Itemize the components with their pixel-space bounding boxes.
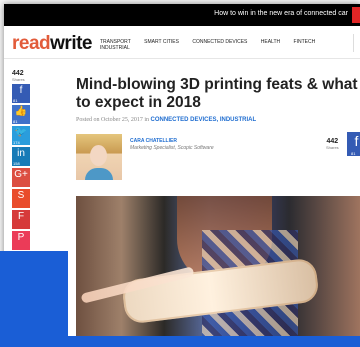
promo-button[interactable]	[352, 7, 360, 23]
main-menu: TRANSPORT SMART CITIES CONNECTED DEVICES…	[100, 39, 360, 51]
author-name[interactable]: CARA CHATELLIER	[130, 138, 177, 144]
readwrite-logo[interactable]: readwrite	[12, 33, 92, 55]
stumbleupon-icon: S	[17, 190, 25, 201]
site-navigation: readwrite TRANSPORT SMART CITIES CONNECT…	[4, 26, 360, 59]
author-role: Marketing Specialist, Scopic Software	[130, 145, 214, 151]
category-link[interactable]: CONNECTED DEVICES, INDUSTRIAL	[151, 117, 257, 123]
facebook-share-button-large[interactable]: f 81	[347, 132, 360, 156]
twitter-share-button[interactable]: 🐦 174	[12, 126, 30, 145]
google-plus-icon: G+	[14, 169, 28, 180]
promo-link[interactable]: How to win in the new era of connected c…	[214, 10, 348, 17]
pocket-share-button[interactable]: P	[12, 231, 30, 250]
like-share-button[interactable]: 👍 81	[12, 105, 30, 124]
flipboard-share-button[interactable]: F	[12, 210, 30, 229]
author-avatar[interactable]	[76, 134, 122, 180]
stumbleupon-share-button[interactable]: S	[12, 189, 30, 208]
top-promo-bar: How to win in the new era of connected c…	[4, 4, 360, 26]
blue-frame-left	[0, 251, 68, 343]
nav-industrial[interactable]: INDUSTRIAL	[100, 45, 130, 51]
share-label: Shares	[12, 77, 25, 82]
posted-meta: Posted on October 25, 2017 in CONNECTED …	[76, 117, 257, 123]
linkedin-icon: in	[17, 148, 25, 159]
thumbs-up-icon: 👍	[14, 106, 28, 117]
facebook-icon: f	[19, 85, 23, 96]
article-title: Mind-blowing 3D printing feats & what to…	[76, 76, 358, 111]
social-share-rail: 442 Shares f81 👍81 🐦174 in158 G+ S F P ✉	[12, 70, 30, 271]
flipboard-icon: F	[17, 211, 25, 222]
facebook-icon: f	[354, 133, 359, 149]
google-plus-share-button[interactable]: G+	[12, 168, 30, 187]
share-count: 442	[12, 70, 24, 77]
nav-smart-cities[interactable]: SMART CITIES	[144, 39, 179, 45]
hero-image	[76, 196, 360, 340]
pocket-icon: P	[17, 232, 25, 243]
nav-fintech[interactable]: FINTECH	[294, 39, 316, 45]
article-share-count: 442 Shares	[326, 138, 339, 150]
menu-icon[interactable]	[353, 34, 360, 52]
nav-connected-devices[interactable]: CONNECTED DEVICES	[192, 39, 247, 45]
twitter-icon: 🐦	[14, 127, 28, 138]
linkedin-share-button[interactable]: in 158	[12, 147, 30, 166]
nav-health[interactable]: HEALTH	[261, 39, 280, 45]
blue-frame-bottom	[0, 336, 360, 347]
facebook-share-button[interactable]: f 81	[12, 84, 30, 103]
